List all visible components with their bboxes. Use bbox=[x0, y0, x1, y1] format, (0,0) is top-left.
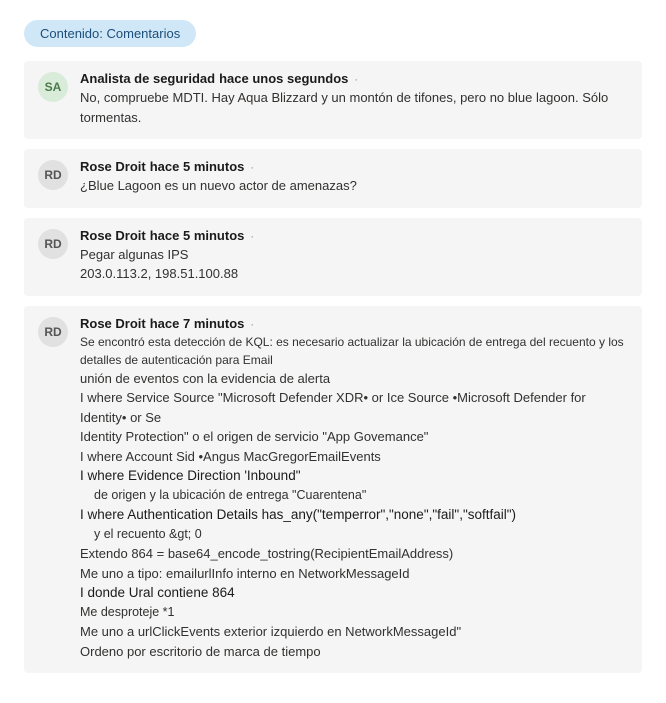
comment-timestamp: hace 7 minutos bbox=[150, 316, 245, 331]
comment-card: RD Rose Droit hace 5 minutos · Pegar algunas… bbox=[24, 218, 642, 296]
comment-line: Ordeno por escritorio de marca de tiempo bbox=[80, 642, 628, 662]
comment-line: de origen y la ubicación de entrega "Cua… bbox=[80, 486, 628, 505]
comment-line: No, compruebe MDTI. Hay Aqua Blizzard y … bbox=[80, 88, 628, 127]
comment-header: Rose Droit hace 7 minutos · bbox=[80, 316, 628, 331]
comment-line: Me uno a urlClickEvents exterior izquier… bbox=[80, 622, 628, 642]
header-separator: · bbox=[250, 319, 254, 331]
comment-line: 203.0.113.2, 198.51.100.88 bbox=[80, 264, 628, 284]
comment-author: Rose Droit bbox=[80, 316, 146, 331]
comment-line: Identity Protection" o el origen de serv… bbox=[80, 427, 628, 447]
avatar: RD bbox=[38, 160, 68, 190]
header-separator: · bbox=[354, 74, 358, 86]
comment-header: Rose Droit hace 5 minutos · bbox=[80, 159, 628, 174]
comment-body: Rose Droit hace 5 minutos · ¿Blue Lagoon es… bbox=[80, 159, 628, 196]
comment-line: unión de eventos con la evidencia de ale… bbox=[80, 369, 628, 389]
comment-timestamp: hace unos segundos bbox=[219, 71, 348, 86]
comment-timestamp: hace 5 minutos bbox=[150, 228, 245, 243]
comment-line: Me uno a tipo: emailurlInfo interno en N… bbox=[80, 564, 628, 584]
comment-line: Pegar algunas IPS bbox=[80, 245, 628, 265]
comment-author: Rose Droit bbox=[80, 228, 146, 243]
comment-author: Analista de seguridad bbox=[80, 71, 215, 86]
comment-line: Extendo 864 = base64_encode_tostring(Rec… bbox=[80, 544, 628, 564]
comment-line: I where Account Sid •Angus MacGregorEmai… bbox=[80, 447, 628, 467]
comment-line: I where Service Source "Microsoft Defend… bbox=[80, 388, 628, 427]
comment-text: ¿Blue Lagoon es un nuevo actor de amenaz… bbox=[80, 176, 628, 196]
content-tab-pill[interactable]: Contenido: Comentarios bbox=[24, 20, 196, 47]
comment-header: Analista de seguridad hace unos segundos · bbox=[80, 71, 628, 86]
comment-line: y el recuento &gt; 0 bbox=[80, 525, 628, 544]
comment-line: I where Evidence Direction 'Inbound" bbox=[80, 466, 628, 486]
comment-card: SA Analista de seguridad hace unos segundo… bbox=[24, 61, 642, 139]
header-separator: · bbox=[250, 162, 254, 174]
comment-line: I donde Ural contiene 864 bbox=[80, 583, 628, 603]
comment-body: Rose Droit hace 7 minutos · Se encontró est… bbox=[80, 316, 628, 662]
comment-card: RD Rose Droit hace 5 minutos · ¿Blue Lagoon … bbox=[24, 149, 642, 208]
comment-header: Rose Droit hace 5 minutos · bbox=[80, 228, 628, 243]
comment-timestamp: hace 5 minutos bbox=[150, 159, 245, 174]
avatar: RD bbox=[38, 317, 68, 347]
comment-line: ¿Blue Lagoon es un nuevo actor de amenaz… bbox=[80, 176, 628, 196]
comment-line: Se encontró esta detección de KQL: es ne… bbox=[80, 333, 628, 369]
avatar: RD bbox=[38, 229, 68, 259]
comments-list: SA Analista de seguridad hace unos segundo… bbox=[24, 61, 642, 673]
comment-line: I where Authentication Details has_any("… bbox=[80, 505, 628, 525]
comment-text: No, compruebe MDTI. Hay Aqua Blizzard y … bbox=[80, 88, 628, 127]
comment-body: Analista de seguridad hace unos segundos ·… bbox=[80, 71, 628, 127]
comment-text: Se encontró esta detección de KQL: es ne… bbox=[80, 333, 628, 662]
comment-body: Rose Droit hace 5 minutos · Pegar algunas I… bbox=[80, 228, 628, 284]
comment-line: Me desproteje *1 bbox=[80, 603, 628, 622]
comment-text: Pegar algunas IPS203.0.113.2, 198.51.100… bbox=[80, 245, 628, 284]
avatar: SA bbox=[38, 72, 68, 102]
comment-card: RD Rose Droit hace 7 minutos · Se encontró e… bbox=[24, 306, 642, 674]
comment-author: Rose Droit bbox=[80, 159, 146, 174]
header-separator: · bbox=[250, 231, 254, 243]
